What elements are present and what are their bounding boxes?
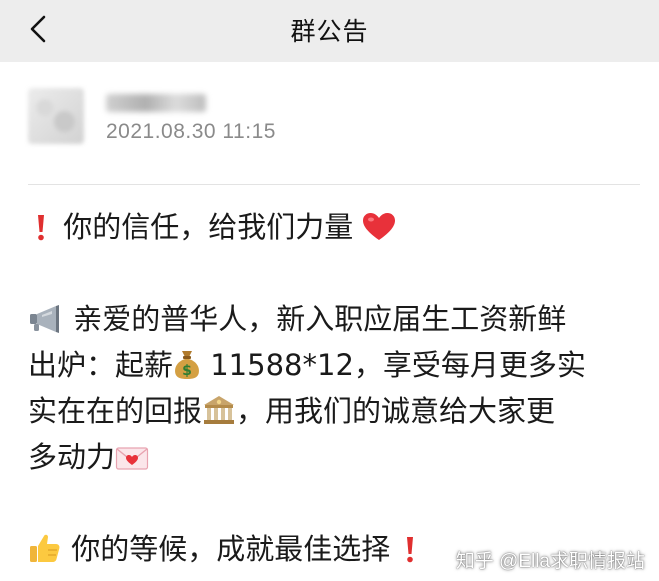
announcement-body: 你的信任，给我们力量 亲爱的普华人，新入职应届生工资新鲜 出炉：起薪 $ 115… bbox=[28, 204, 638, 572]
love-letter-icon bbox=[115, 444, 149, 472]
author-name-redacted bbox=[106, 94, 206, 112]
divider bbox=[28, 184, 640, 185]
post-timestamp: 2021.08.30 11:15 bbox=[106, 120, 276, 143]
line-text: 亲爱的普华人，新入职应届生工资新鲜 bbox=[73, 302, 567, 336]
watermark: 知乎 @Ella求职情报站 bbox=[455, 551, 645, 572]
top-nav-bar: 群公告 bbox=[0, 0, 659, 62]
line-text: 11588*12，享受每月更多实 bbox=[201, 348, 586, 382]
exclamation-icon bbox=[399, 534, 421, 564]
line-text: 出炉：起薪 bbox=[28, 348, 174, 382]
announcement-line: 亲爱的普华人，新入职应届生工资新鲜 出炉：起薪 $ 11588*12，享受每月更… bbox=[28, 296, 638, 480]
announcement-line: 你的信任，给我们力量 bbox=[28, 204, 638, 250]
line-text: ，用我们的诚意给大家更 bbox=[236, 394, 556, 428]
megaphone-icon bbox=[28, 304, 64, 334]
red-heart-icon bbox=[362, 212, 396, 242]
money-bag-icon: $ bbox=[173, 348, 201, 380]
page-title: 群公告 bbox=[290, 17, 369, 46]
svg-text:$: $ bbox=[182, 363, 192, 379]
exclamation-icon bbox=[28, 212, 54, 242]
bank-icon bbox=[202, 394, 236, 426]
line-text: 多动力 bbox=[28, 440, 116, 474]
announcement-author: 2021.08.30 11:15 bbox=[28, 88, 628, 168]
thumbs-up-icon bbox=[28, 532, 62, 564]
avatar[interactable] bbox=[28, 88, 84, 144]
line-text: 你的信任，给我们力量 bbox=[63, 210, 354, 244]
line-text: 实在在的回报 bbox=[28, 394, 203, 428]
line-text: 你的等候，成就最佳选择 bbox=[71, 532, 391, 566]
